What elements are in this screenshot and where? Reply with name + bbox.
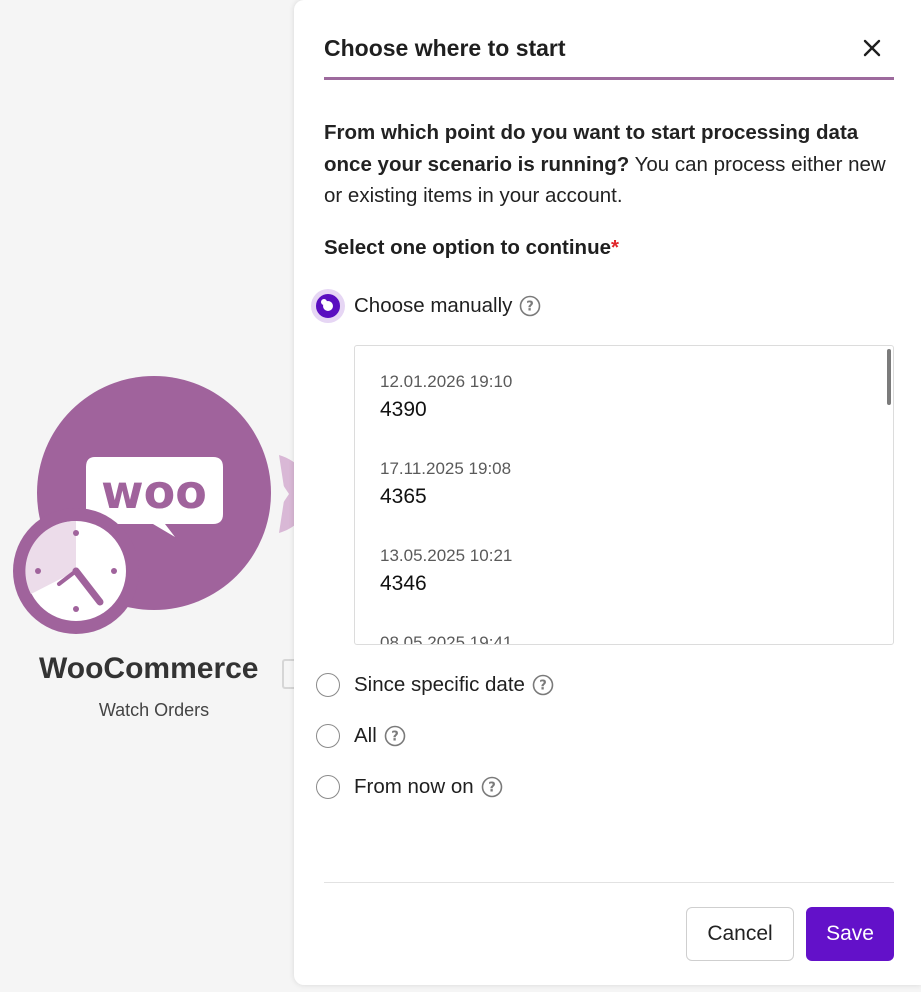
radio-all[interactable]	[316, 724, 340, 748]
help-icon[interactable]: ?	[384, 725, 406, 747]
list-item[interactable]: 17.11.2025 19:08 4365	[380, 459, 511, 509]
list-item[interactable]: 13.05.2025 10:21 4346	[380, 546, 512, 596]
dialog-title: Choose where to start	[324, 35, 566, 61]
item-date: 13.05.2025 10:21	[380, 546, 513, 565]
item-date: 08.05.2025 19:41	[380, 633, 513, 645]
help-icon[interactable]: ?	[532, 674, 554, 696]
scrollbar-thumb[interactable]	[887, 349, 891, 405]
svg-text:?: ?	[488, 781, 496, 796]
svg-text:?: ?	[391, 730, 399, 745]
close-icon	[863, 39, 881, 57]
item-id: 4390	[380, 398, 427, 421]
module-app-name: WooCommerce	[39, 652, 259, 685]
dialog-intro: From which point do you want to start pr…	[324, 117, 894, 212]
option-since-specific-date[interactable]: Since specific date ?	[316, 667, 554, 703]
option-from-now-on[interactable]: From now on ?	[316, 769, 503, 805]
footer-divider	[324, 882, 894, 883]
list-item[interactable]: 08.05.2025 19:41	[380, 633, 513, 645]
option-all[interactable]: All ?	[316, 718, 406, 754]
option-choose-manually[interactable]: Choose manually ?	[316, 288, 541, 324]
list-item[interactable]: 12.01.2026 19:10 4390	[380, 372, 512, 422]
help-icon[interactable]: ?	[519, 295, 541, 317]
close-button[interactable]	[858, 34, 886, 62]
item-id: 4346	[380, 572, 427, 595]
radio-from-now-on[interactable]	[316, 775, 340, 799]
radio-choose-manually[interactable]	[316, 294, 340, 318]
items-list[interactable]: 12.01.2026 19:10 4390 17.11.2025 19:08 4…	[354, 345, 894, 645]
option-label: From now on	[354, 775, 474, 798]
option-label: Choose manually	[354, 294, 513, 317]
option-label: All	[354, 724, 377, 747]
item-date: 12.01.2026 19:10	[380, 372, 513, 391]
radio-since-specific-date[interactable]	[316, 673, 340, 697]
save-button[interactable]: Save	[806, 907, 894, 961]
required-marker: *	[611, 236, 619, 259]
cancel-button[interactable]: Cancel	[686, 907, 794, 961]
svg-text:?: ?	[527, 300, 535, 315]
choose-where-to-start-dialog: Choose where to start From which point d…	[294, 0, 921, 985]
module-action: Watch Orders	[98, 700, 210, 720]
select-option-text: Select one option to continue	[324, 236, 611, 259]
select-option-label: Select one option to continue*	[324, 236, 619, 260]
option-label: Since specific date	[354, 673, 525, 696]
item-date: 17.11.2025 19:08	[380, 459, 512, 478]
clock-icon	[13, 508, 139, 634]
svg-text:?: ?	[539, 679, 547, 694]
help-icon[interactable]: ?	[481, 776, 503, 798]
dialog-header: Choose where to start	[324, 0, 894, 80]
item-id: 4365	[380, 485, 427, 508]
